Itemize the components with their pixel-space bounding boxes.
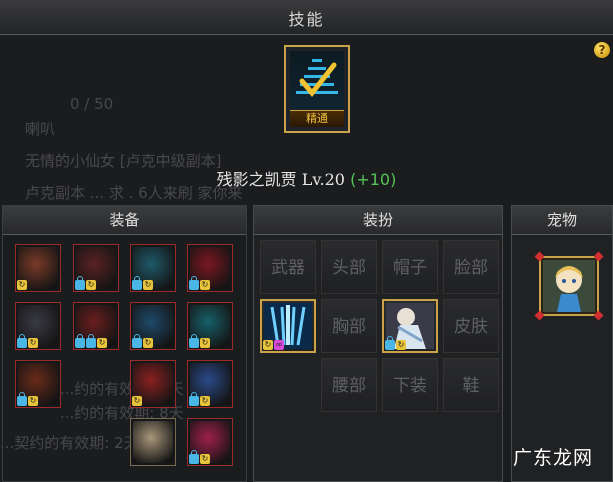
item-lock-row: ↻ (132, 396, 142, 406)
dress-slot-pants[interactable]: 下装 (382, 358, 438, 412)
dress-slot-face[interactable]: 脸部 (443, 240, 499, 294)
dress-slot-avatar-equipped[interactable]: ↻ (382, 299, 438, 353)
lock-icon (75, 334, 85, 348)
item-lock-row: ↻ (75, 276, 96, 290)
equipment-title: 装备 (3, 206, 246, 235)
pet-title: 宠物 (512, 206, 612, 235)
equipment-slot[interactable]: ↻ (187, 302, 233, 350)
lock-icon (385, 336, 395, 350)
chat-counter: 0 / 50 (70, 95, 114, 113)
lock-icon (75, 276, 85, 290)
item-lock-row: ↻ (75, 334, 107, 348)
skill-name-line: 残影之凯贾 Lv.20 (+10) (0, 166, 613, 190)
item-lock-row: ↻ ∞ (263, 340, 284, 350)
cycle-icon: ↻ (132, 396, 142, 406)
chat-channel: 喇叭 (25, 120, 56, 138)
equipment-slot[interactable]: ↻ (130, 360, 176, 408)
lock-icon (86, 334, 96, 348)
skill-rune-icon (290, 51, 344, 109)
dress-slot-waist[interactable]: 腰部 (321, 358, 377, 412)
dress-slot-weapon[interactable]: 武器 (260, 240, 316, 294)
lock-icon (17, 334, 27, 348)
equipment-slot[interactable]: ↻ (73, 302, 119, 350)
pet-slot[interactable] (539, 256, 599, 316)
lock-icon (189, 392, 199, 406)
equipment-slot[interactable]: ↻ (15, 302, 61, 350)
lock-icon (189, 276, 199, 290)
mastery-badge: 精通 (290, 110, 344, 127)
lock-icon (132, 334, 142, 348)
item-lock-row: ↻ (189, 450, 210, 464)
bind-icon: ∞ (274, 340, 284, 350)
item-lock-row: ↻ (189, 392, 210, 406)
cycle-icon: ↻ (200, 280, 210, 290)
item-lock-row: ↻ (132, 334, 153, 348)
equipment-slot[interactable]: ↻ (130, 244, 176, 292)
equipment-slot[interactable] (130, 418, 176, 466)
dress-slot-chest[interactable]: 胸部 (321, 299, 377, 353)
cycle-icon: ↻ (28, 396, 38, 406)
item-lock-row: ↻ (17, 392, 38, 406)
dress-slot-weapon-equipped[interactable]: ↻ ∞ (260, 299, 316, 353)
item-lock-row: ↻ (385, 336, 406, 350)
dress-title: 装扮 (254, 206, 502, 235)
equipment-slot[interactable]: ↻ (73, 244, 119, 292)
skill-level: Lv.20 (301, 170, 345, 189)
lock-icon (17, 392, 27, 406)
skill-name: 残影之凯贾 (216, 170, 297, 189)
pet-corner-gem-icon (593, 310, 604, 321)
window-titlebar[interactable]: 技能 (0, 0, 613, 35)
item-lock-row: ↻ (17, 280, 27, 290)
dress-slot-skin[interactable]: 皮肤 (443, 299, 499, 353)
item-lock-row: ↻ (189, 334, 210, 348)
equipment-slot[interactable]: ↻ (187, 360, 233, 408)
help-icon[interactable]: ? (594, 42, 610, 58)
dress-slot-hat[interactable]: 帽子 (382, 240, 438, 294)
dress-slot-head[interactable]: 头部 (321, 240, 377, 294)
lock-icon (189, 450, 199, 464)
lock-icon (132, 276, 142, 290)
item-lock-row: ↻ (189, 276, 210, 290)
equipment-slot[interactable]: ↻ (130, 302, 176, 350)
cycle-icon: ↻ (396, 340, 406, 350)
beige-stone-icon (133, 421, 173, 463)
cycle-icon: ↻ (200, 396, 210, 406)
dress-panel: 装扮 武器 头部 帽子 脸部 ↻ ∞ 胸部 ↻ 皮肤 腰部 下装 鞋 (253, 205, 503, 482)
cycle-icon: ↻ (263, 340, 273, 350)
pet-panel: 宠物 (511, 205, 613, 482)
cycle-icon: ↻ (143, 338, 153, 348)
dress-slot-shoes[interactable]: 鞋 (443, 358, 499, 412)
cycle-icon: ↻ (200, 338, 210, 348)
skill-bonus: (+10) (350, 170, 397, 189)
equipment-slot[interactable]: ↻ (15, 244, 61, 292)
cycle-icon: ↻ (200, 454, 210, 464)
pet-portrait-icon (543, 260, 595, 312)
item-lock-row: ↻ (132, 276, 153, 290)
equipment-slot[interactable]: ↻ (15, 360, 61, 408)
skill-icon[interactable]: 精通 (284, 45, 350, 133)
item-lock-row: ↻ (17, 334, 38, 348)
watermark: 广东龙网 (512, 447, 593, 469)
window-title: 技能 (288, 10, 325, 29)
cycle-icon: ↻ (97, 338, 107, 348)
cycle-icon: ↻ (28, 338, 38, 348)
equipment-slot[interactable]: ↻ (187, 418, 233, 466)
cycle-icon: ↻ (143, 280, 153, 290)
lock-icon (189, 334, 199, 348)
cycle-icon: ↻ (86, 280, 96, 290)
equipment-panel: 装备 ↻ ↻ ↻ ↻ ↻ ↻ ↻ ↻ ↻ ↻ ↻ ↻ (2, 205, 247, 482)
cycle-icon: ↻ (17, 280, 27, 290)
equipment-slot[interactable]: ↻ (187, 244, 233, 292)
